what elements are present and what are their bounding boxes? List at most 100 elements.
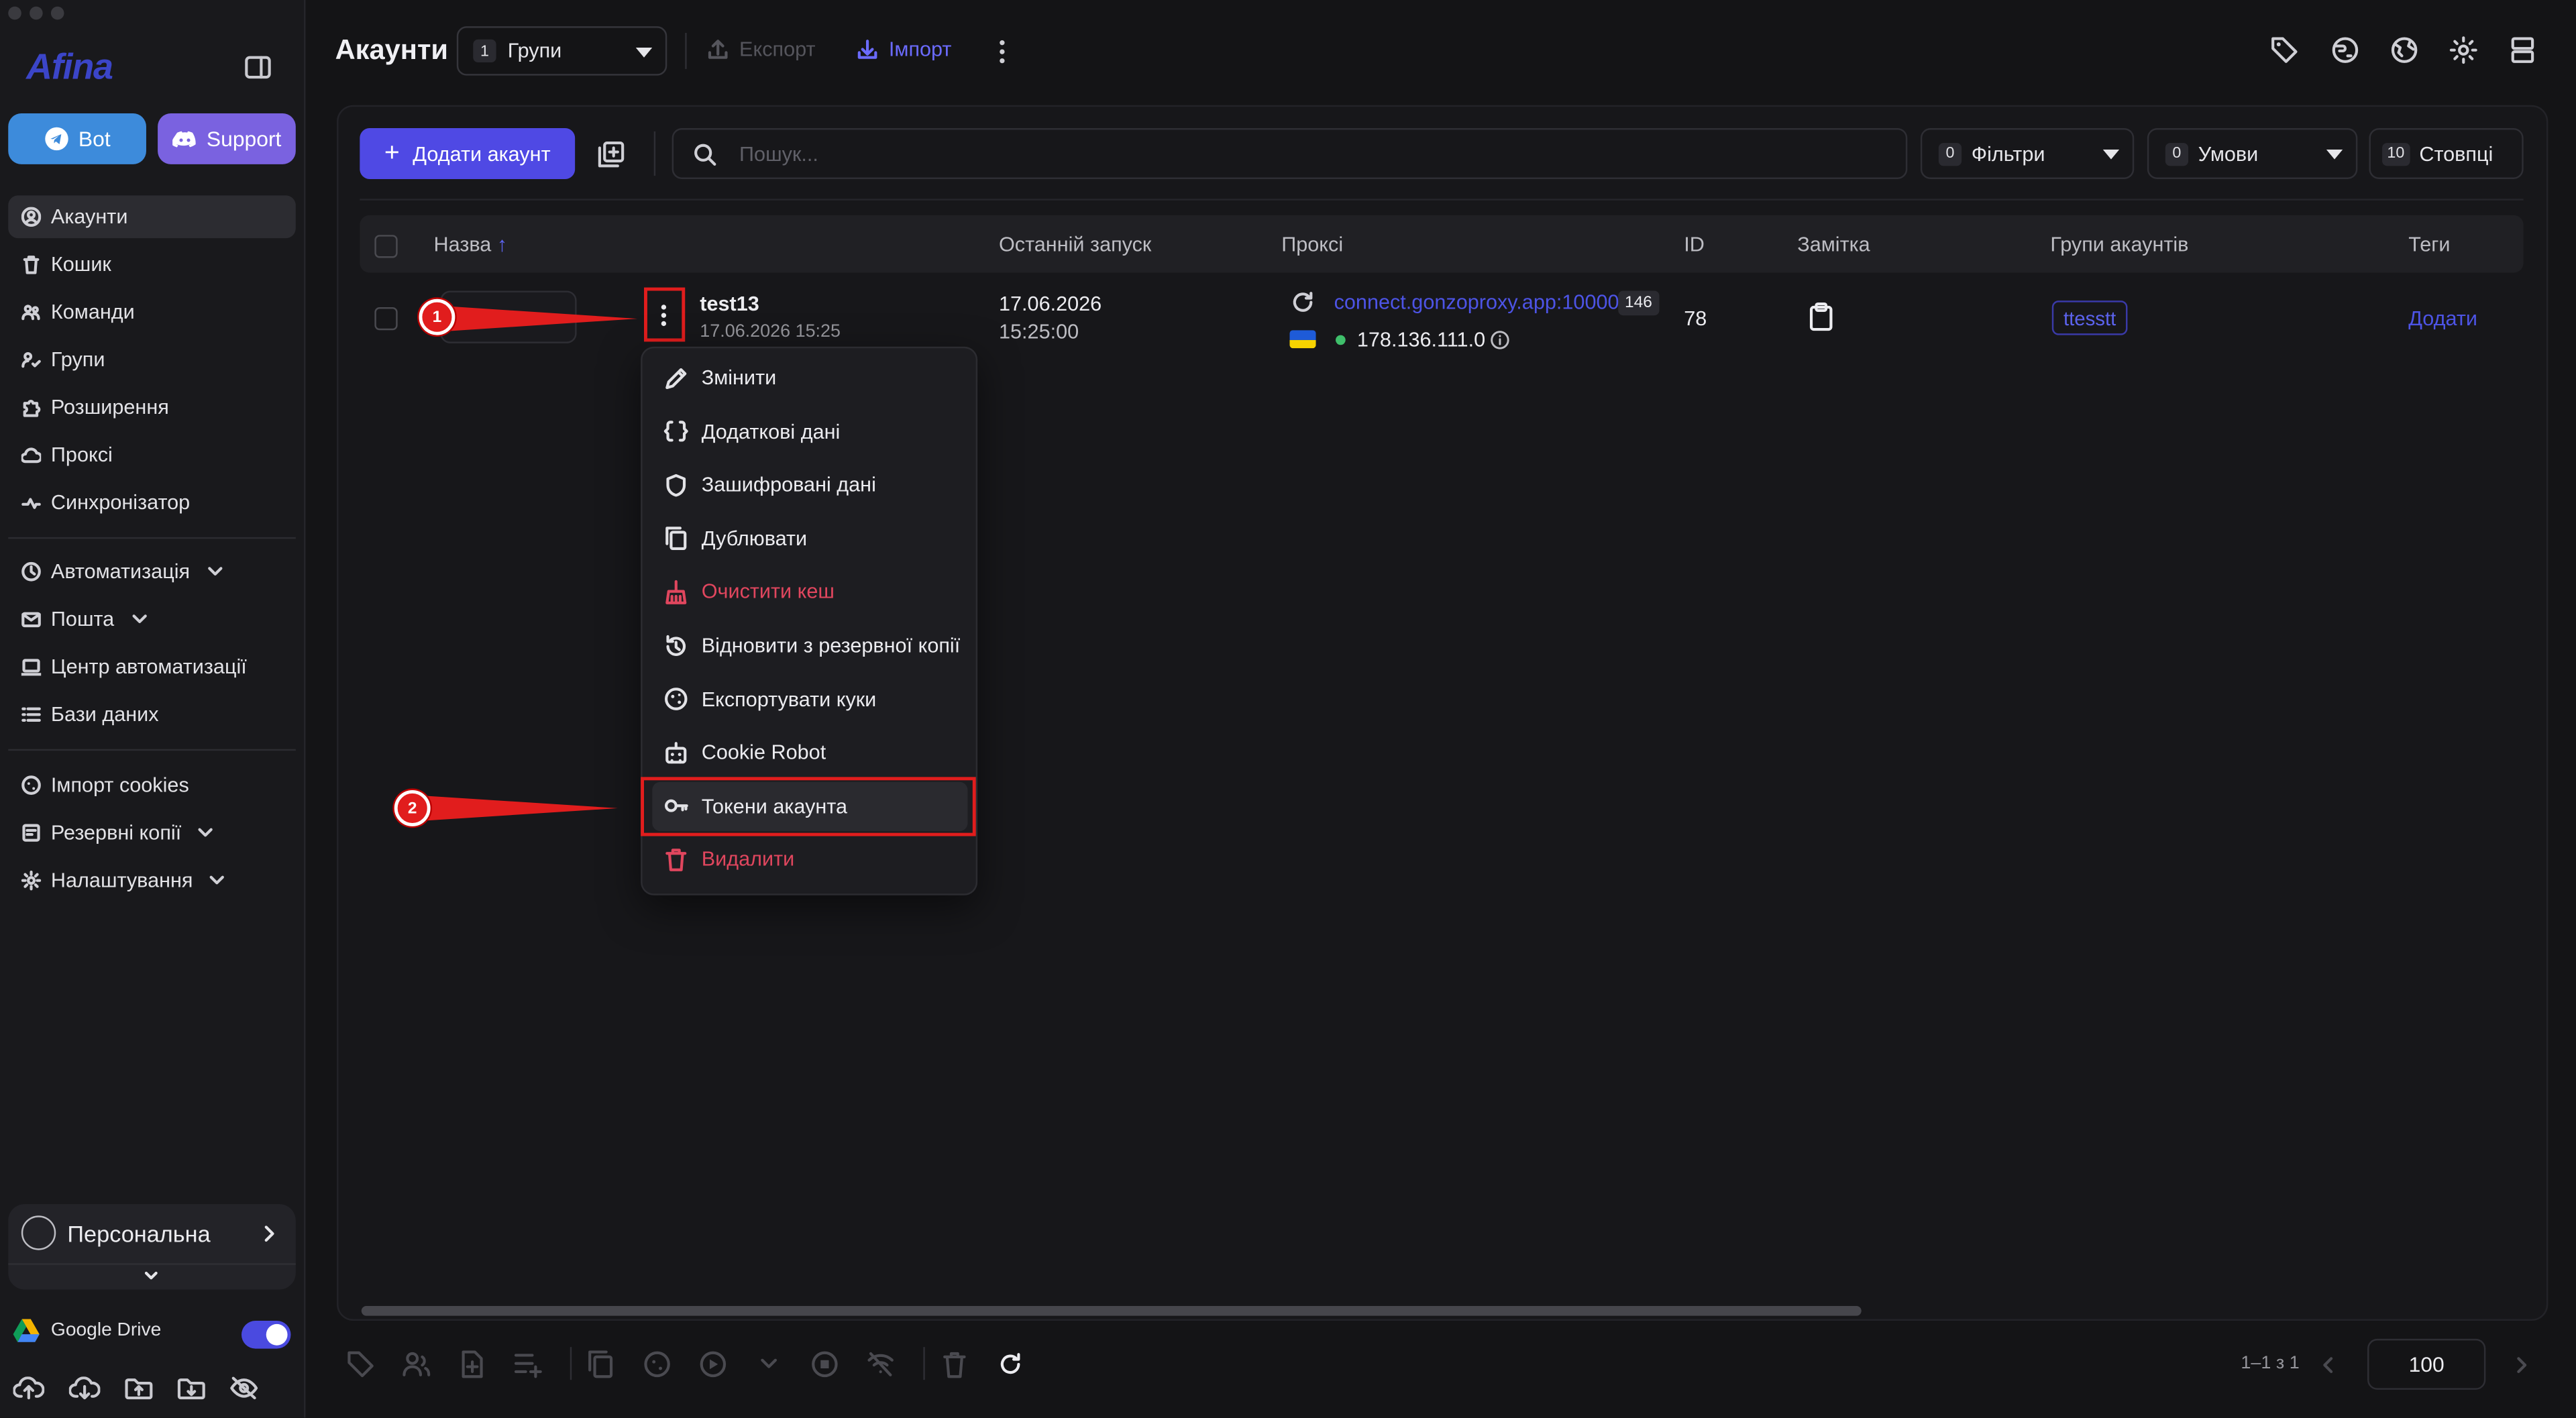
account-group-tag[interactable]: ttesstt bbox=[2051, 301, 2128, 335]
search-field[interactable]: Пошук... bbox=[672, 128, 1908, 179]
menu-item-edit[interactable]: Змінити bbox=[652, 353, 967, 402]
sidebar-item-settings[interactable]: Налаштування bbox=[8, 859, 296, 902]
info-icon[interactable] bbox=[1490, 330, 1509, 349]
menu-item-clear-cache[interactable]: Очистити кеш bbox=[652, 567, 967, 616]
users-icon[interactable] bbox=[402, 1350, 458, 1378]
globe-icon[interactable] bbox=[2390, 36, 2418, 64]
account-name[interactable]: test13 bbox=[700, 292, 759, 315]
google-drive-icon bbox=[13, 1319, 40, 1342]
proxy-ip: 178.136.111.0 bbox=[1356, 328, 1486, 352]
menu-item-export-cookies[interactable]: Експортувати куки bbox=[652, 675, 967, 724]
conditions-select[interactable]: 0 Умови bbox=[2147, 128, 2358, 179]
proxy-host-link[interactable]: connect.gonzoproxy.app:10000 bbox=[1334, 290, 1619, 313]
file-add-icon[interactable] bbox=[458, 1350, 514, 1378]
sidebar-item-proxies[interactable]: Проксі bbox=[8, 434, 296, 477]
menu-item-restore-backup[interactable]: Відновити з резервної копії bbox=[652, 621, 967, 670]
chevron-down-icon bbox=[207, 567, 222, 576]
sidebar-item-label: Групи bbox=[50, 348, 105, 372]
cloud-download-icon[interactable] bbox=[68, 1376, 101, 1400]
gear-icon[interactable] bbox=[2449, 36, 2477, 64]
filters-select[interactable]: 0 Фільтри bbox=[1920, 128, 2135, 179]
menu-item-cookie-robot[interactable]: Cookie Robot bbox=[652, 728, 967, 777]
sidebar-item-backups[interactable]: Резервні копії bbox=[8, 812, 296, 855]
column-id[interactable]: ID bbox=[1684, 233, 1705, 256]
refresh-icon[interactable] bbox=[998, 1350, 1053, 1378]
columns-button[interactable]: 10 Стовпці bbox=[2369, 128, 2524, 179]
tag-icon[interactable] bbox=[347, 1350, 402, 1378]
groups-select-label: Групи bbox=[507, 39, 562, 63]
caret-down-icon bbox=[2102, 149, 2120, 160]
sidebar-item-automation[interactable]: Автоматизація bbox=[8, 550, 296, 593]
wifi-off-icon[interactable] bbox=[867, 1350, 923, 1378]
sidebar-item-trash[interactable]: Кошик bbox=[8, 243, 296, 286]
select-all-checkbox[interactable] bbox=[374, 235, 398, 258]
sync-icon bbox=[21, 498, 41, 509]
cloud-upload-icon[interactable] bbox=[13, 1376, 45, 1400]
tag-icon[interactable] bbox=[2271, 36, 2299, 64]
support-button-label: Support bbox=[206, 126, 282, 152]
sidebar-toggle-icon[interactable] bbox=[245, 56, 271, 79]
chevron-down-icon[interactable] bbox=[756, 1350, 812, 1378]
copy-icon[interactable] bbox=[588, 1350, 644, 1378]
folder-download-icon[interactable] bbox=[177, 1376, 205, 1400]
caret-down-icon bbox=[2326, 149, 2343, 160]
sidebar-item-mail[interactable]: Пошта bbox=[8, 598, 296, 641]
groups-select[interactable]: 1 Групи bbox=[456, 26, 667, 76]
trash-icon[interactable] bbox=[941, 1350, 997, 1378]
layout-rows-icon[interactable] bbox=[2510, 36, 2535, 64]
bot-button[interactable]: Bot bbox=[8, 113, 146, 164]
search-icon bbox=[694, 143, 716, 165]
column-last-run[interactable]: Останній запуск bbox=[999, 233, 1151, 256]
row-checkbox[interactable] bbox=[374, 307, 398, 331]
download-icon bbox=[857, 40, 877, 59]
google-drive-toggle[interactable] bbox=[241, 1320, 291, 1349]
sidebar-item-label: Синхронізатор bbox=[50, 491, 191, 514]
support-button[interactable]: Support bbox=[158, 113, 296, 164]
play-icon[interactable] bbox=[700, 1350, 755, 1378]
sidebar-item-label: Резервні копії bbox=[50, 821, 182, 844]
search-input[interactable]: Пошук... bbox=[739, 142, 818, 165]
refresh-proxy-icon[interactable] bbox=[1291, 290, 1314, 313]
bulk-add-icon[interactable] bbox=[598, 141, 625, 168]
column-name[interactable]: Назва ↑ bbox=[434, 233, 508, 256]
cookie-icon[interactable] bbox=[644, 1350, 700, 1378]
row-actions-icon[interactable] bbox=[659, 303, 669, 329]
column-tags[interactable]: Теги bbox=[2408, 233, 2450, 256]
folder-upload-icon[interactable] bbox=[125, 1376, 153, 1400]
sidebar-item-synchronizer[interactable]: Синхронізатор bbox=[8, 482, 296, 525]
menu-item-label: Змінити bbox=[701, 366, 777, 390]
sidebar-item-databases[interactable]: Бази даних bbox=[8, 693, 296, 736]
add-account-button[interactable]: + Додати акаунт bbox=[360, 128, 576, 179]
import-button[interactable]: Імпорт bbox=[856, 38, 951, 61]
stop-icon[interactable] bbox=[812, 1350, 867, 1378]
clipboard-icon[interactable] bbox=[1809, 302, 1833, 332]
workspace-switcher[interactable]: Персональна bbox=[8, 1204, 296, 1290]
column-note[interactable]: Замітка bbox=[1797, 233, 1870, 256]
sidebar-item-teams[interactable]: Команди bbox=[8, 290, 296, 333]
column-proxy[interactable]: Проксі bbox=[1281, 233, 1343, 256]
column-groups[interactable]: Групи акаунтів bbox=[2050, 233, 2188, 256]
sidebar-item-import-cookies[interactable]: Імпорт cookies bbox=[8, 764, 296, 807]
export-button[interactable]: Експорт bbox=[706, 38, 816, 61]
menu-item-duplicate[interactable]: Дублювати bbox=[652, 514, 967, 563]
telegram-icon bbox=[44, 127, 68, 152]
horizontal-scrollbar[interactable] bbox=[361, 1305, 1862, 1316]
chevron-left-icon[interactable] bbox=[2321, 1355, 2334, 1374]
globe-sync-icon[interactable] bbox=[2331, 36, 2359, 64]
add-tag-link[interactable]: Додати bbox=[2408, 307, 2477, 330]
sidebar-item-automation-center[interactable]: Центр автоматизації bbox=[8, 645, 296, 688]
playlist-add-icon[interactable] bbox=[514, 1350, 570, 1378]
page-size-input[interactable]: 100 bbox=[2367, 1338, 2486, 1390]
sidebar-item-groups[interactable]: Групи bbox=[8, 338, 296, 381]
sidebar-item-accounts[interactable]: Акаунти bbox=[8, 195, 296, 239]
eye-off-icon[interactable] bbox=[230, 1376, 258, 1400]
account-id: 78 bbox=[1684, 307, 1707, 331]
menu-item-extra-data[interactable]: Додаткові дані bbox=[652, 406, 967, 455]
sidebar-item-extensions[interactable]: Розширення bbox=[8, 386, 296, 429]
chevron-right-icon[interactable] bbox=[2515, 1355, 2528, 1374]
more-vertical-icon[interactable] bbox=[998, 40, 1008, 64]
menu-item-delete[interactable]: Видалити bbox=[652, 835, 967, 884]
window-controls[interactable] bbox=[8, 6, 64, 20]
menu-item-encrypted-data[interactable]: Зашифровані дані bbox=[652, 460, 967, 509]
chevron-down-icon[interactable] bbox=[143, 1270, 159, 1283]
